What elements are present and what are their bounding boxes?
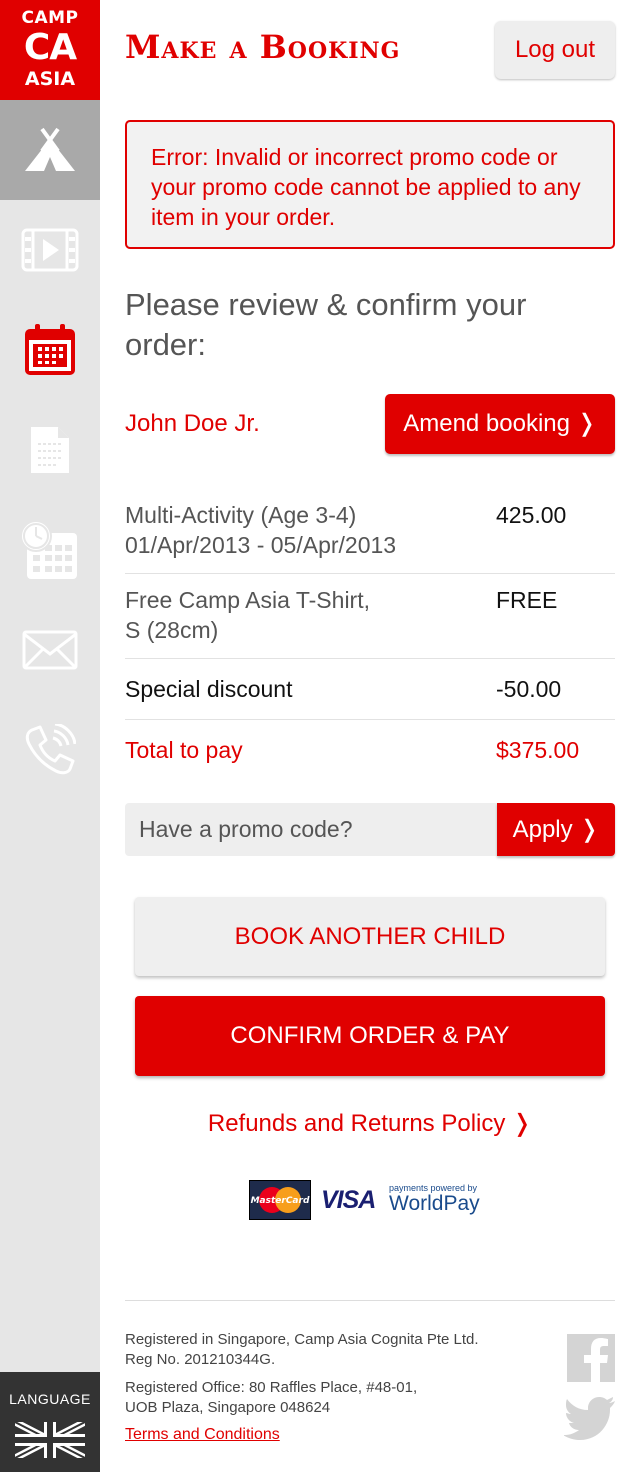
facebook-icon[interactable] [567,1334,615,1382]
sidebar-item-contact[interactable] [0,600,100,700]
mastercard-icon: MasterCard [251,1187,310,1213]
amend-booking-button[interactable]: Amend booking ❭ [385,394,615,454]
tent-icon [25,127,75,171]
footer-divider [125,1300,615,1301]
mastercard-label: MasterCard [251,1196,310,1206]
sidebar-item-camps[interactable] [0,100,100,200]
book-another-child-button[interactable]: BOOK ANOTHER CHILD [135,897,605,976]
footer-line-1: Registered in Singapore, Camp Asia Cogni… [125,1331,479,1348]
logout-button[interactable]: Log out [495,21,615,79]
order-item-description: Free Camp Asia T-Shirt, S (28cm) [125,585,370,645]
order-item-line1: Free Camp Asia T-Shirt, [125,587,370,613]
sidebar-item-documents[interactable] [0,400,100,500]
promo-code-form: Apply ❭ [125,803,615,856]
order-item-description: Multi-Activity (Age 3-4) 01/Apr/2013 - 0… [125,500,396,560]
order-item-line2: 01/Apr/2013 - 05/Apr/2013 [125,532,397,558]
sidebar: CAMP CA ASIA LANGUAGE [0,0,100,1472]
footer-line-4: UOB Plaza, Singapore 048624 [125,1399,331,1416]
schedule-icon [20,520,77,579]
visa-logo: VISA [321,1186,376,1214]
order-item-amount: FREE [496,587,558,613]
footer-address: Registered Office: 80 Raffles Place, #48… [125,1378,545,1418]
order-row: Free Camp Asia T-Shirt, S (28cm) FREE [125,574,615,659]
document-icon [31,427,69,473]
logo-line-2: CA [23,27,77,68]
order-item-description: Special discount [125,676,293,702]
twitter-icon[interactable] [564,1396,616,1440]
order-item-line2: S (28cm) [125,617,219,643]
order-item-amount: -50.00 [496,676,562,702]
sidebar-item-schedule[interactable] [0,500,100,600]
sidebar-item-phone[interactable] [0,700,100,800]
order-row: Multi-Activity (Age 3-4) 01/Apr/2013 - 0… [125,485,615,574]
worldpay-logo: WorldPay [389,1192,480,1215]
refunds-policy-link[interactable]: Refunds and Returns Policy ❭ [100,1109,640,1138]
promo-code-input[interactable] [125,803,497,856]
sidebar-item-videos[interactable] [0,200,100,300]
main-content: Make a Booking Log out Error: Invalid or… [100,0,640,1472]
camp-asia-logo[interactable]: CAMP CA ASIA [0,0,100,100]
apply-promo-button[interactable]: Apply ❭ [497,803,615,856]
order-item-amount: 425.00 [496,502,567,528]
language-label: LANGUAGE [9,1391,91,1407]
footer-line-3: Registered Office: 80 Raffles Place, #48… [125,1379,418,1396]
review-heading: Please review & confirm your order: [125,287,527,362]
language-selector[interactable]: LANGUAGE [0,1372,100,1472]
mastercard-logo: MasterCard [249,1180,311,1220]
total-label: Total to pay [125,737,243,763]
footer-registration: Registered in Singapore, Camp Asia Cogni… [125,1330,545,1370]
child-name: John Doe Jr. [125,410,260,437]
order-item-line1: Multi-Activity (Age 3-4) [125,502,357,528]
footer-line-2: Reg No. 201210344G. [125,1351,276,1368]
total-amount: $375.00 [496,737,580,763]
error-message: Error: Invalid or incorrect promo code o… [125,120,615,249]
confirm-order-pay-button[interactable]: CONFIRM ORDER & PAY [135,996,605,1076]
uk-flag-icon [15,1422,85,1458]
page-title: Make a Booking [125,28,401,66]
sidebar-item-booking[interactable] [0,300,100,400]
video-icon [21,228,79,272]
phone-icon [25,724,76,775]
calendar-icon [25,324,75,375]
logo-line-3: ASIA [24,68,76,90]
mail-icon [22,630,78,670]
terms-link[interactable]: Terms and Conditions [125,1426,280,1444]
order-total-row: Total to pay $375.00 [125,720,615,780]
logo-line-1: CAMP [21,8,79,28]
order-row: Special discount -50.00 [125,659,615,720]
